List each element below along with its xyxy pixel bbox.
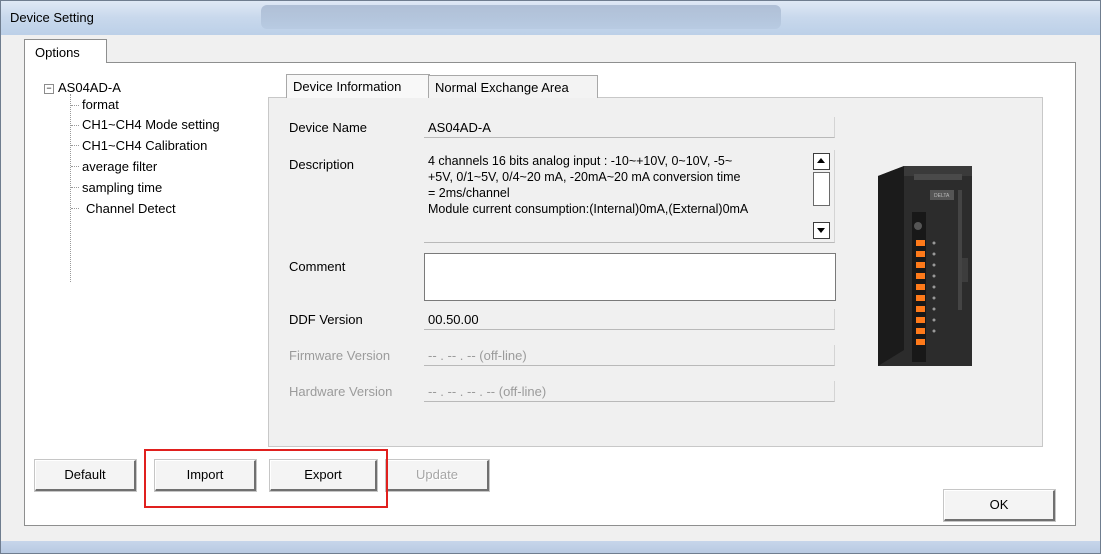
tree-connector	[71, 208, 79, 209]
window-bottom-border	[1, 541, 1100, 553]
tree-connector	[71, 105, 79, 106]
device-name-value: AS04AD-A	[428, 120, 491, 135]
description-line: = 2ms/channel	[428, 186, 510, 200]
tree-connector	[71, 145, 79, 146]
firmware-version-value: -- . -- . -- (off-line)	[428, 348, 527, 363]
description-scrollbar[interactable]	[813, 153, 830, 239]
hardware-version-value: -- . -- . -- . -- (off-line)	[428, 384, 547, 399]
scroll-up-icon[interactable]	[813, 153, 830, 170]
export-button[interactable]: Export	[270, 460, 377, 491]
tree-item-format[interactable]: format	[82, 97, 119, 112]
hardware-version-label: Hardware Version	[289, 384, 393, 399]
ddf-version-value: 00.50.00	[428, 312, 479, 327]
default-button[interactable]: Default	[35, 460, 136, 491]
tree-connector	[71, 125, 79, 126]
firmware-version-label: Firmware Version	[289, 348, 391, 363]
description-line: 4 channels 16 bits analog input : -10~+1…	[428, 154, 733, 168]
title-bar-glow	[261, 5, 781, 29]
tab-options-label: Options	[35, 45, 80, 60]
tab-options[interactable]: Options	[24, 39, 107, 63]
window-title: Device Setting	[10, 10, 94, 25]
device-name-label: Device Name	[289, 120, 368, 135]
title-bar[interactable]: Device Setting	[1, 1, 1100, 35]
scroll-thumb[interactable]	[813, 172, 830, 206]
ddf-version-label: DDF Version	[289, 312, 363, 327]
scroll-down-icon[interactable]	[813, 222, 830, 239]
description-label: Description	[289, 157, 355, 172]
description-line: +5V, 0/1~5V, 0/4~20 mA, -20mA~20 mA conv…	[428, 170, 741, 184]
tab-device-information-label: Device Information	[293, 79, 402, 94]
tree-item-average-filter[interactable]: average filter	[82, 159, 157, 174]
tree-item-channel-detect[interactable]: Channel Detect	[86, 201, 176, 216]
tree-connector	[71, 187, 79, 188]
tree-item-calibration[interactable]: CH1~CH4 Calibration	[82, 138, 207, 153]
tree-connector	[71, 166, 79, 167]
tab-device-information[interactable]: Device Information	[286, 74, 430, 98]
hardware-version-field: -- . -- . -- . -- (off-line)	[424, 381, 835, 402]
comment-label: Comment	[289, 259, 346, 274]
device-tree[interactable]: − AS04AD-A format CH1~CH4 Mode setting C…	[36, 72, 261, 452]
tree-item-mode-setting[interactable]: CH1~CH4 Mode setting	[82, 117, 220, 132]
svg-text:DELTA: DELTA	[934, 193, 950, 199]
comment-field[interactable]	[424, 253, 836, 301]
device-name-field: AS04AD-A	[424, 117, 835, 138]
update-button: Update	[386, 460, 489, 491]
description-text: 4 channels 16 bits analog input : -10~+1…	[428, 153, 808, 217]
description-line: Module current consumption:(Internal)0mA…	[428, 202, 749, 216]
tree-connector-line	[70, 94, 71, 282]
device-module-image: DELTA	[878, 166, 972, 366]
description-field[interactable]: 4 channels 16 bits analog input : -10~+1…	[424, 150, 835, 243]
ok-button[interactable]: OK	[944, 490, 1055, 521]
import-button[interactable]: Import	[155, 460, 256, 491]
collapse-icon[interactable]: −	[44, 84, 54, 94]
tree-item-sampling-time[interactable]: sampling time	[82, 180, 162, 195]
tree-root-node[interactable]: AS04AD-A	[58, 80, 121, 95]
firmware-version-field: -- . -- . -- (off-line)	[424, 345, 835, 366]
ddf-version-field: 00.50.00	[424, 309, 835, 330]
tab-normal-exchange-area-label: Normal Exchange Area	[435, 80, 569, 95]
tab-normal-exchange-area[interactable]: Normal Exchange Area	[428, 75, 598, 98]
